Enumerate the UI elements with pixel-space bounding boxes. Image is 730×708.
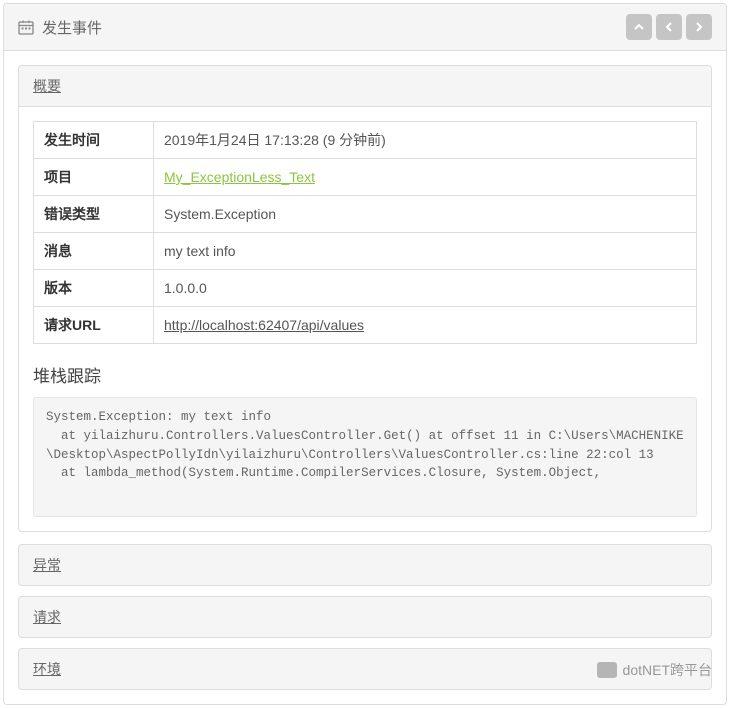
table-row: 消息 my text info <box>34 233 697 270</box>
table-row: 发生时间 2019年1月24日 17:13:28 (9 分钟前) <box>34 122 697 159</box>
exception-panel[interactable]: 异常 <box>18 544 712 586</box>
nav-next-button[interactable] <box>686 14 712 40</box>
overview-heading[interactable]: 概要 <box>19 66 711 107</box>
panel-title-text: 发生事件 <box>42 17 102 38</box>
table-row: 版本 1.0.0.0 <box>34 270 697 307</box>
panel-heading: 发生事件 <box>4 4 726 51</box>
label-version: 版本 <box>34 270 154 307</box>
overview-panel: 概要 发生时间 2019年1月24日 17:13:28 (9 分钟前) 项目 M… <box>18 65 712 532</box>
watermark-text: dotNET跨平台 <box>623 660 712 680</box>
request-panel-label: 请求 <box>33 609 61 625</box>
label-type: 错误类型 <box>34 196 154 233</box>
wechat-icon <box>597 662 617 678</box>
exception-panel-label: 异常 <box>33 557 61 573</box>
request-url-link[interactable]: http://localhost:62407/api/values <box>164 317 364 333</box>
watermark: dotNET跨平台 <box>597 660 712 680</box>
nav-up-button[interactable] <box>626 14 652 40</box>
panel-title: 发生事件 <box>18 17 102 38</box>
value-message: my text info <box>154 233 697 270</box>
label-project: 项目 <box>34 159 154 196</box>
stack-trace[interactable]: System.Exception: my text info at yilaiz… <box>33 397 697 517</box>
overview-table: 发生时间 2019年1月24日 17:13:28 (9 分钟前) 项目 My_E… <box>33 121 697 344</box>
table-row: 请求URL http://localhost:62407/api/values <box>34 307 697 344</box>
nav-buttons <box>626 14 712 40</box>
table-row: 错误类型 System.Exception <box>34 196 697 233</box>
label-message: 消息 <box>34 233 154 270</box>
table-row: 项目 My_ExceptionLess_Text <box>34 159 697 196</box>
event-panel: 发生事件 概要 发生时间 2019年1月24日 17:13: <box>3 3 727 705</box>
request-panel[interactable]: 请求 <box>18 596 712 638</box>
label-time: 发生时间 <box>34 122 154 159</box>
value-version: 1.0.0.0 <box>154 270 697 307</box>
overview-body: 发生时间 2019年1月24日 17:13:28 (9 分钟前) 项目 My_E… <box>19 107 711 531</box>
label-url: 请求URL <box>34 307 154 344</box>
overview-heading-text: 概要 <box>33 78 61 94</box>
stack-heading: 堆栈跟踪 <box>33 362 697 387</box>
environment-panel-label: 环境 <box>33 661 61 677</box>
calendar-icon <box>18 19 34 35</box>
panel-body: 概要 发生时间 2019年1月24日 17:13:28 (9 分钟前) 项目 M… <box>4 51 726 704</box>
value-time: 2019年1月24日 17:13:28 (9 分钟前) <box>154 122 697 159</box>
value-type: System.Exception <box>154 196 697 233</box>
nav-prev-button[interactable] <box>656 14 682 40</box>
project-link[interactable]: My_ExceptionLess_Text <box>164 169 315 185</box>
